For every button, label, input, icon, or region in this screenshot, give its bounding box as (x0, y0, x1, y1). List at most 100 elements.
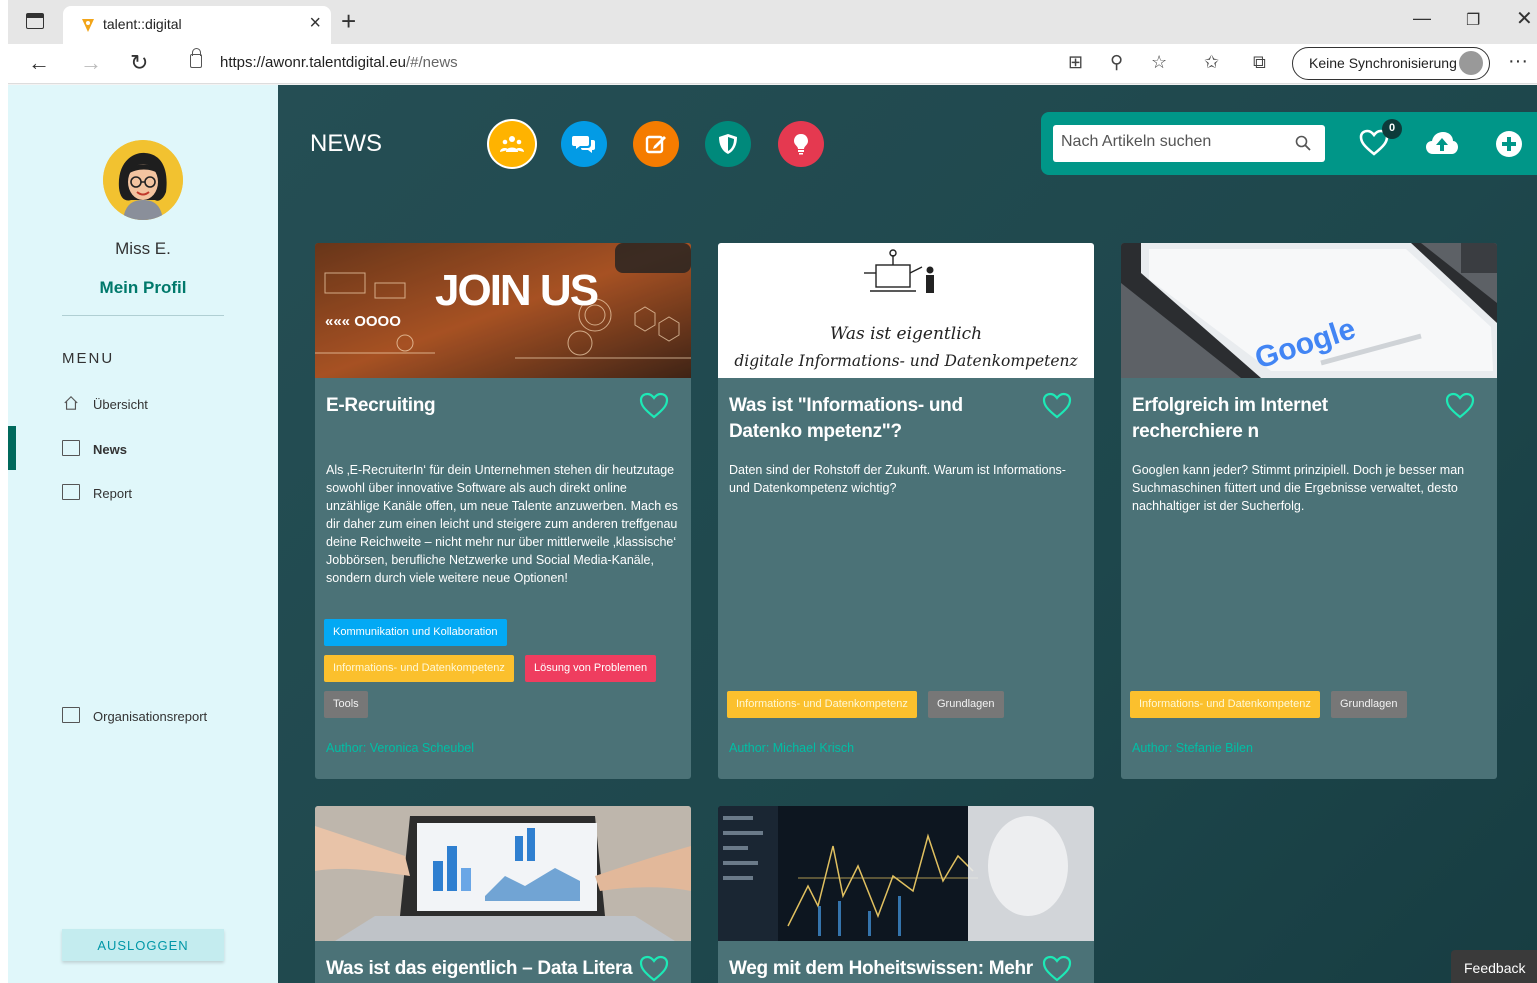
user-name: Miss E. (115, 239, 171, 258)
tag-communication[interactable]: Kommunikation und Kollaboration (324, 619, 507, 646)
home-icon (64, 395, 78, 410)
active-indicator (8, 426, 16, 470)
minimize-icon[interactable]: — (1413, 8, 1431, 29)
profile-link[interactable]: Mein Profil (8, 278, 278, 298)
tag-tools[interactable]: Tools (324, 691, 368, 718)
address-bar[interactable]: https://awonr.talentdigital.eu/#/news (220, 54, 458, 71)
reader-icon[interactable]: ⊞ (1068, 52, 1083, 73)
category-content-button[interactable] (633, 121, 679, 167)
favicon-icon (82, 19, 94, 32)
sidebar: Miss E. Mein Profil MENU Übersicht News … (8, 85, 278, 983)
collections-icon[interactable]: ⧉ (1253, 52, 1266, 73)
card-author: Author: Michael Krisch (729, 741, 855, 755)
news-card[interactable]: Google Erfolgreich im Internet recherchi… (1121, 243, 1497, 779)
sync-button[interactable]: Keine Synchronisierung (1292, 47, 1490, 80)
toolbar: 0 (1041, 112, 1537, 175)
card-description: Als ‚E-RecruiterIn‘ für dein Unternehmen… (326, 463, 678, 585)
card-image: Was ist eigentlich digitale Informations… (718, 243, 1094, 378)
tab-title: talent::digital (103, 16, 182, 32)
sidebar-item-label: News (93, 442, 127, 457)
zoom-icon[interactable]: ⚲ (1110, 52, 1123, 73)
logout-button[interactable]: AUSLOGGEN (62, 929, 224, 961)
collaboration-icon (500, 136, 524, 152)
card-image-text-2: digitale Informations- und Datenkompeten… (734, 352, 1078, 370)
card-image: JOIN US ««« OOOO (315, 243, 691, 378)
edit-icon (645, 135, 666, 154)
card-image: Google (1121, 243, 1497, 378)
close-window-icon[interactable]: ✕ (1516, 6, 1533, 31)
news-card[interactable]: Was ist eigentlich digitale Informations… (718, 243, 1094, 779)
shield-icon (719, 134, 737, 154)
forward-icon[interactable]: → (80, 50, 102, 76)
card-image (315, 806, 691, 941)
card-description: Googlen kann jeder? Stimmt prinzipiell. … (1132, 463, 1465, 513)
favorite-heart-icon[interactable] (1445, 392, 1475, 420)
tag-information[interactable]: Informations- und Datenkompetenz (727, 691, 917, 718)
sidebar-item-label: Übersicht (93, 397, 148, 412)
category-collaboration-button[interactable] (489, 121, 535, 167)
card-image-text: JOIN US (435, 266, 598, 315)
url-path: /#/news (405, 54, 458, 71)
svg-text:««« OOOO: ««« OOOO (325, 313, 401, 330)
more-icon[interactable]: ··· (1508, 50, 1528, 73)
add-favorite-icon[interactable]: ☆ (1151, 52, 1167, 73)
sidebar-item-label: Report (93, 486, 133, 501)
card-title: Weg mit dem Hoheitswissen: Mehr (729, 958, 1033, 979)
news-icon (62, 440, 80, 456)
favorite-heart-icon[interactable] (1042, 955, 1072, 983)
favorite-heart-icon[interactable] (1042, 392, 1072, 420)
back-icon[interactable]: ← (28, 50, 50, 76)
sidebar-divider (62, 315, 224, 316)
tag-basics[interactable]: Grundlagen (1331, 691, 1407, 718)
close-tab-icon[interactable]: × (309, 12, 321, 35)
category-communication-button[interactable] (561, 121, 607, 167)
search-icon[interactable] (1295, 135, 1311, 151)
card-image (718, 806, 1094, 941)
search-input[interactable] (1061, 133, 1291, 151)
news-card[interactable]: JOIN US ««« OOOO E-Recruiting Als ‚E-Rec… (315, 243, 691, 779)
sidebar-item-label: Organisationsreport (93, 709, 208, 724)
restore-icon[interactable]: ❐ (1466, 10, 1480, 30)
lock-icon[interactable] (190, 48, 202, 68)
menu-heading: MENU (62, 350, 115, 367)
feedback-button[interactable]: Feedback (1451, 950, 1537, 983)
card-description: Daten sind der Rohstoff der Zukunft. War… (729, 463, 1066, 495)
sync-label: Keine Synchronisierung (1309, 55, 1457, 71)
card-title: Erfolgreich im Internet recherchiere n (1132, 395, 1328, 442)
news-card[interactable]: Was ist das eigentlich – Data Litera (315, 806, 691, 983)
new-tab-icon[interactable]: + (341, 6, 356, 37)
avatar-illustration-icon (103, 140, 183, 220)
card-author: Author: Veronica Scheubel (326, 741, 475, 755)
browser-tab[interactable]: talent::digital × (63, 6, 331, 44)
card-author: Author: Stefanie Bilen (1132, 741, 1253, 755)
profile-avatar-icon (1459, 51, 1483, 75)
favorite-heart-icon[interactable] (639, 955, 669, 983)
page-title: NEWS (310, 130, 382, 157)
search-box[interactable] (1053, 125, 1325, 162)
tag-problem-solving[interactable]: Lösung von Problemen (525, 655, 657, 682)
card-title: Was ist "Informations- und Datenko mpete… (729, 395, 963, 442)
main-content: NEWS 0 (278, 85, 1537, 983)
tag-basics[interactable]: Grundlagen (928, 691, 1004, 718)
category-problem-solving-button[interactable] (778, 121, 824, 167)
news-card[interactable]: Weg mit dem Hoheitswissen: Mehr (718, 806, 1094, 983)
browser-window: talent::digital × + — ❐ ✕ ← → ↻ https://… (8, 0, 1537, 983)
add-circle-icon[interactable] (1495, 130, 1523, 158)
report-icon (62, 707, 80, 723)
report-icon (62, 484, 80, 500)
tag-information[interactable]: Informations- und Datenkompetenz (324, 655, 514, 682)
avatar[interactable] (103, 140, 183, 220)
card-title: E-Recruiting (326, 395, 436, 416)
upload-cloud-icon[interactable] (1425, 130, 1459, 156)
favorites-icon[interactable]: ✩ (1204, 52, 1219, 73)
reload-icon[interactable]: ↻ (130, 50, 148, 76)
tag-information[interactable]: Informations- und Datenkompetenz (1130, 691, 1320, 718)
card-title: Was ist das eigentlich – Data Litera (326, 958, 633, 979)
category-security-button[interactable] (705, 121, 751, 167)
lightbulb-icon (794, 134, 808, 155)
tab-bar: talent::digital × + — ❐ ✕ (8, 0, 1537, 44)
chat-icon (572, 136, 595, 153)
favorites-count-badge: 0 (1382, 119, 1402, 139)
favorite-heart-icon[interactable] (639, 392, 669, 420)
tab-actions-icon[interactable] (26, 13, 44, 29)
